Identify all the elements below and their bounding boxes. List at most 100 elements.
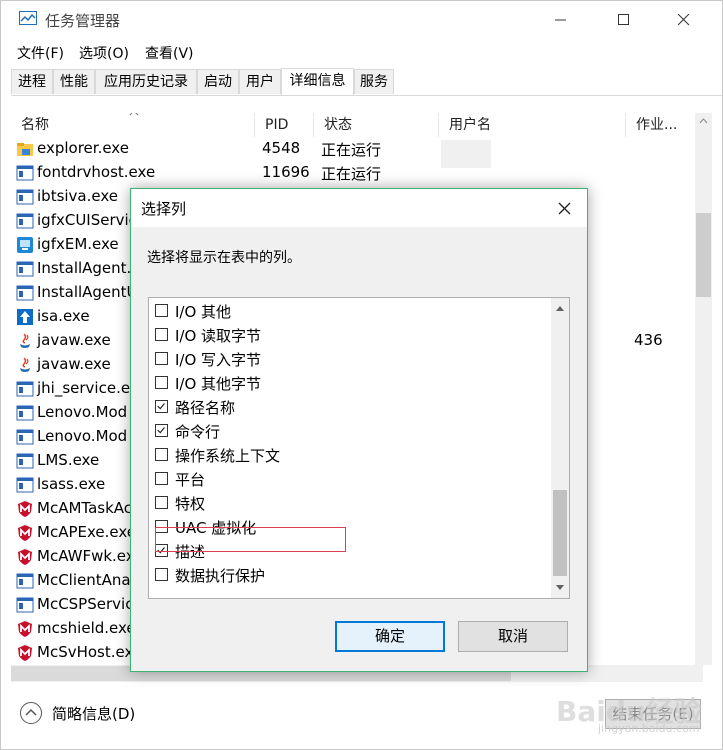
column-header-job[interactable]: 作业... (626, 113, 703, 137)
process-name: Lenovo.Mod (37, 403, 128, 421)
options-scrollbar[interactable] (551, 298, 569, 598)
chevron-up-circle-icon[interactable] (19, 701, 43, 725)
process-name: McAPExe.exe (37, 523, 136, 541)
column-option[interactable]: 特权 (153, 492, 548, 516)
column-header-status[interactable]: 状态 (314, 113, 439, 137)
tab-services[interactable]: 服务 (354, 69, 394, 94)
tab-performance[interactable]: 性能 (53, 69, 95, 94)
window-icon (16, 164, 34, 182)
window-icon (16, 428, 34, 446)
scroll-up-icon[interactable] (551, 300, 569, 318)
tab-app-history[interactable]: 应用历史记录 (95, 69, 197, 94)
column-option[interactable]: I/O 其他 (153, 300, 548, 324)
dialog-description: 选择将显示在表中的列。 (147, 250, 301, 266)
mcafee-icon (16, 644, 34, 662)
checkbox[interactable] (155, 304, 168, 317)
highlight-box (155, 527, 346, 552)
process-name: McSvHost.ex (37, 643, 134, 661)
checkbox[interactable] (155, 496, 168, 509)
process-name: jhi_service.ex (37, 379, 139, 397)
process-name: javaw.exe (37, 355, 111, 373)
column-name-label: 名称 (21, 117, 49, 133)
column-header-username[interactable]: 用户名 (439, 113, 626, 137)
process-pid: 4548 (262, 139, 301, 157)
mcafee-icon (16, 500, 34, 518)
checkmark-icon (157, 427, 165, 434)
scrollbar-thumb[interactable] (696, 213, 711, 297)
java-icon (16, 332, 34, 350)
option-label: I/O 写入字节 (175, 351, 262, 369)
column-option[interactable]: 操作系统上下文 (153, 444, 548, 468)
option-label: 操作系统上下文 (175, 447, 281, 465)
tab-details[interactable]: 详细信息 (281, 68, 354, 95)
menu-file[interactable]: 文件(F) (17, 43, 64, 63)
checkbox[interactable] (155, 568, 168, 581)
menu-view[interactable]: 查看(V) (145, 43, 194, 63)
monitor-icon (16, 236, 34, 254)
checkmark-icon (157, 403, 165, 410)
process-name: McAMTaskAc (37, 499, 133, 517)
process-name: mcshield.exe (37, 619, 136, 637)
process-status: 正在运行 (321, 165, 382, 183)
title-bar[interactable]: 任务管理器 (1, 1, 722, 39)
checkbox[interactable] (155, 328, 168, 341)
checkbox[interactable] (155, 400, 168, 413)
process-name: lsass.exe (37, 475, 106, 493)
fewer-details-link[interactable]: 简略信息(D) (52, 703, 135, 724)
java-icon (16, 356, 34, 374)
upload-icon (16, 308, 34, 326)
options-scrollbar-thumb[interactable] (553, 490, 567, 576)
dialog-footer: 确定 取消 (131, 599, 587, 671)
checkbox[interactable] (155, 376, 168, 389)
minimize-button[interactable] (538, 1, 584, 39)
window-icon (16, 452, 34, 470)
column-option[interactable]: I/O 写入字节 (153, 348, 548, 372)
column-option[interactable]: 数据执行保护 (153, 564, 548, 588)
window-icon (16, 380, 34, 398)
blurred-username (441, 140, 491, 168)
column-header-name[interactable]: 名称 (11, 113, 255, 137)
column-options-list: I/O 其他 I/O 读取字节 I/O 写入字节 I/O 其他字节路径名称命令行操作系… (148, 297, 570, 599)
menu-options[interactable]: 选项(O) (79, 43, 129, 63)
dialog-body: 选择将显示在表中的列。 I/O 其他 I/O 读取字节 I/O 写入字节 I/O 其他… (131, 227, 587, 599)
ok-button[interactable]: 确定 (335, 621, 445, 652)
option-label: 平台 (175, 471, 206, 489)
task-manager-icon (19, 11, 37, 25)
column-header-pid[interactable]: PID (255, 113, 314, 137)
column-option[interactable]: I/O 读取字节 (153, 324, 548, 348)
column-option[interactable]: 平台 (153, 468, 548, 492)
window-title: 任务管理器 (45, 12, 121, 30)
scroll-up-icon[interactable] (695, 113, 712, 130)
process-name: LMS.exe (37, 451, 100, 469)
column-option[interactable]: 路径名称 (153, 396, 548, 420)
tab-users[interactable]: 用户 (239, 69, 281, 94)
column-option[interactable]: 命令行 (153, 420, 548, 444)
maximize-button[interactable] (601, 1, 647, 39)
close-button[interactable] (661, 1, 707, 39)
checkbox[interactable] (155, 448, 168, 461)
tab-startup[interactable]: 启动 (197, 69, 239, 94)
select-columns-dialog: 选择列 选择将显示在表中的列。 I/O 其他 I/O 读取字节 I/O 写入字节 I/… (130, 188, 588, 672)
scroll-down-icon[interactable] (551, 578, 569, 596)
checkbox[interactable] (155, 352, 168, 365)
table-row[interactable]: explorer.exe 4548 正在运行 (11, 137, 703, 161)
close-icon (558, 202, 570, 214)
option-label: 命令行 (175, 423, 221, 441)
column-option[interactable]: I/O 其他字节 (153, 372, 548, 396)
maximize-icon (618, 14, 629, 25)
folder-icon (16, 140, 34, 158)
vertical-scrollbar[interactable] (695, 113, 712, 665)
window-icon (16, 404, 34, 422)
cancel-button[interactable]: 取消 (458, 621, 568, 652)
table-row[interactable]: fontdrvhost.exe 11696 正在运行 (11, 161, 703, 185)
checkbox[interactable] (155, 472, 168, 485)
checkbox[interactable] (155, 424, 168, 437)
window-icon (16, 284, 34, 302)
tab-processes[interactable]: 进程 (11, 69, 53, 94)
window-icon (16, 572, 34, 590)
option-label: 路径名称 (175, 399, 236, 417)
mcafee-icon (16, 548, 34, 566)
process-name: igfxCUIServic (37, 211, 137, 229)
dialog-close-button[interactable] (549, 195, 579, 221)
dialog-title: 选择列 (141, 200, 187, 218)
